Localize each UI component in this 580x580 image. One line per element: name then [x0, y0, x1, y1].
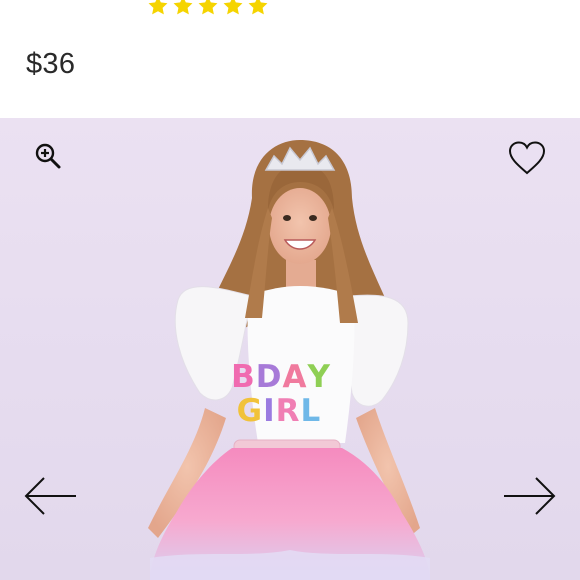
shirt-letter: A [282, 359, 308, 395]
product-photo [148, 140, 430, 580]
zoom-in-icon[interactable] [34, 142, 62, 170]
product-price: $36 [26, 48, 76, 80]
star-rating [147, 0, 269, 18]
star-icon [198, 0, 218, 15]
heart-outline-icon[interactable] [507, 140, 547, 176]
shirt-letter: R [275, 393, 301, 429]
shirt-letter: Y [307, 359, 331, 395]
shirt-letter: G [236, 393, 264, 429]
shirt-print-line-2: GIRL [224, 393, 334, 429]
shirt-letter: D [255, 359, 283, 395]
shirt-print-line-1: BDAY [216, 359, 346, 395]
star-icon [173, 0, 193, 15]
shirt-letter: L [300, 393, 322, 429]
star-icon [248, 0, 268, 15]
star-icon [148, 0, 168, 15]
arrow-right-icon[interactable] [500, 474, 558, 518]
shirt-letter: I [263, 393, 276, 429]
shirt-letter: B [231, 359, 256, 395]
product-image-gallery[interactable]: BDAY GIRL [0, 118, 580, 580]
star-icon [223, 0, 243, 15]
arrow-left-icon[interactable] [22, 474, 80, 518]
